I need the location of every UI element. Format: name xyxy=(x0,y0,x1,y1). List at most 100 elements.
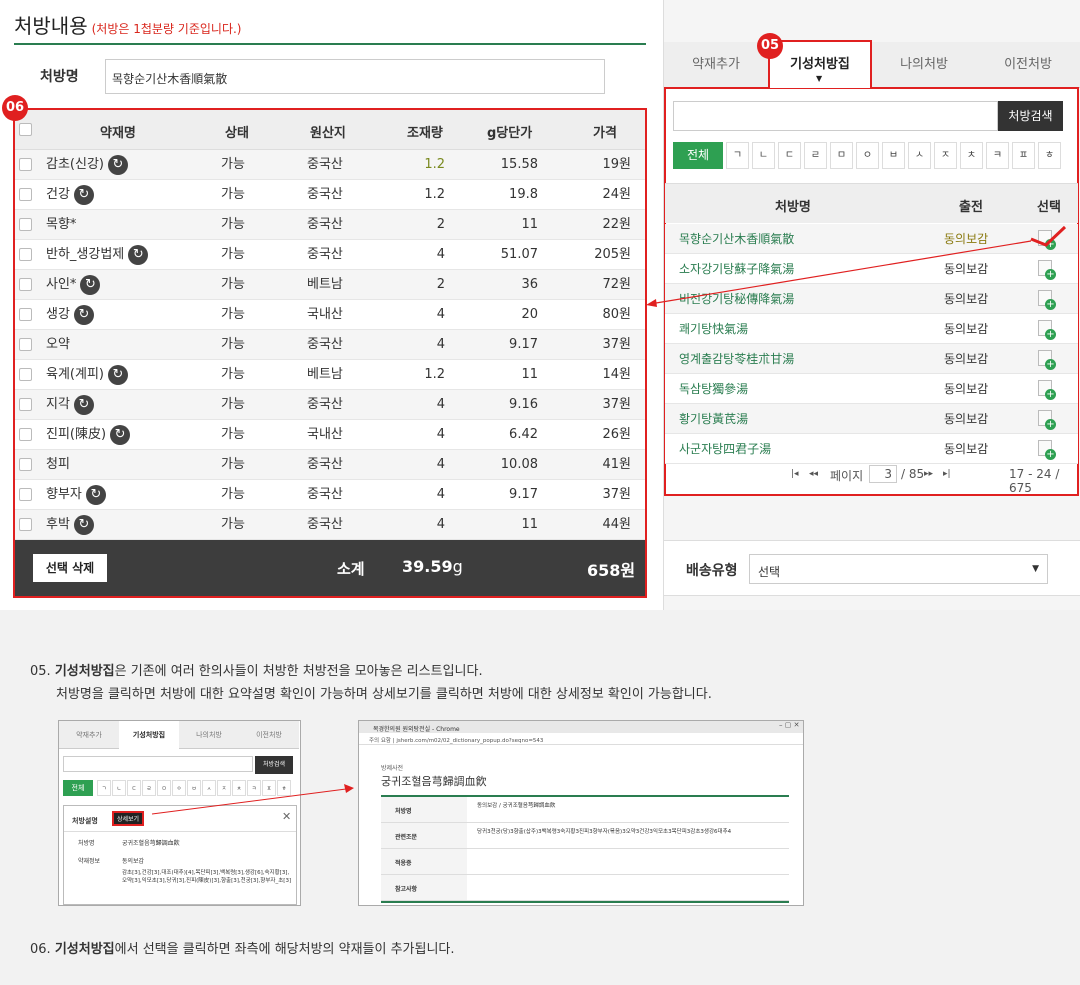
herb-origin: 베트남 xyxy=(307,277,343,292)
substitute-herb-icon[interactable]: ↻ xyxy=(110,424,131,445)
herb-row: 생강 ↻ 가능 국내산 4 20 80원 xyxy=(15,300,645,330)
add-rx-icon[interactable]: + xyxy=(1038,440,1056,460)
herb-row: 반하_생강법제 ↻ 가능 중국산 4 51.07 205원 xyxy=(15,240,645,270)
herb-unit-price: 6.42 xyxy=(509,427,538,442)
delete-selected-button[interactable]: 선택 삭제 xyxy=(33,554,107,582)
mini-detail-title: 궁귀조혈음芎歸調血飮 xyxy=(381,775,487,788)
add-rx-icon[interactable]: + xyxy=(1038,350,1056,370)
last-page-button[interactable]: ▸| xyxy=(943,469,951,479)
herb-row-checkbox[interactable] xyxy=(19,428,32,441)
page-input[interactable]: 3 xyxy=(869,465,897,483)
herb-row-checkbox[interactable] xyxy=(19,158,32,171)
herb-price: 14원 xyxy=(602,367,631,382)
consonant-filter-button[interactable]: ㄹ xyxy=(804,142,827,169)
rx-name-link[interactable]: 쾌기탕快氣湯 xyxy=(679,314,748,344)
substitute-herb-icon[interactable]: ↻ xyxy=(73,304,94,325)
rx-name-link[interactable]: 사군자탕四君子湯 xyxy=(679,434,771,464)
herb-status: 가능 xyxy=(221,187,245,202)
mini-detail-label: 처방명 xyxy=(381,797,467,822)
result-range: 17 - 24 / 675 xyxy=(1009,467,1060,495)
rx-name-link[interactable]: 독삼탕獨參湯 xyxy=(679,374,748,404)
consonant-filter-button[interactable]: ㄷ xyxy=(778,142,801,169)
consonant-filter-button[interactable]: ㄱ xyxy=(726,142,749,169)
herb-qty: 4 xyxy=(436,307,445,322)
delivery-select[interactable]: 선택 ▼ xyxy=(749,554,1048,584)
rx-source: 동의보감 xyxy=(944,322,989,336)
consonant-filter-button[interactable]: ㅇ xyxy=(856,142,879,169)
herb-qty: 1.2 xyxy=(424,367,445,382)
mini-all-button: 전체 xyxy=(63,780,93,796)
herb-unit-price: 11 xyxy=(521,217,538,232)
herb-row-checkbox[interactable] xyxy=(19,398,32,411)
prev-page-button[interactable]: ◂◂ xyxy=(809,469,818,479)
rx-row: 쾌기탕快氣湯 동의보감 + xyxy=(665,314,1078,344)
substitute-herb-icon[interactable]: ↻ xyxy=(73,514,94,535)
herb-qty: 4 xyxy=(436,247,445,262)
mini-search-input xyxy=(63,756,253,772)
add-rx-icon[interactable]: + xyxy=(1038,410,1056,430)
herb-row-checkbox[interactable] xyxy=(19,188,32,201)
substitute-herb-icon[interactable]: ↻ xyxy=(73,184,94,205)
herb-row-checkbox[interactable] xyxy=(19,368,32,381)
herb-row-checkbox[interactable] xyxy=(19,518,32,531)
herb-price: 37원 xyxy=(602,397,631,412)
substitute-herb-icon[interactable]: ↻ xyxy=(107,154,128,175)
check-mark-icon xyxy=(1030,225,1067,247)
tab-previous-rx[interactable]: 이전처방 xyxy=(976,42,1080,88)
consonant-filter-button[interactable]: ㄴ xyxy=(752,142,775,169)
herb-name: 감초(신강) ↻ xyxy=(46,150,128,180)
consonant-filter-button[interactable]: ㅈ xyxy=(934,142,957,169)
tab-standard-rx[interactable]: 기성처방집 ▼ xyxy=(768,40,872,88)
consonant-filter-button[interactable]: ㅅ xyxy=(908,142,931,169)
herb-row: 감초(신강) ↻ 가능 중국산 1.2 15.58 19원 xyxy=(15,150,645,180)
herb-row-checkbox[interactable] xyxy=(19,488,32,501)
substitute-herb-icon[interactable]: ↻ xyxy=(128,244,149,265)
filter-all-button[interactable]: 전체 xyxy=(673,142,723,169)
mini-rx-value: 궁귀조혈음芎歸調血飮 xyxy=(122,840,180,847)
herb-row-checkbox[interactable] xyxy=(19,338,32,351)
herb-price: 24원 xyxy=(602,187,631,202)
substitute-herb-icon[interactable]: ↻ xyxy=(85,484,106,505)
mini-detail-label: 참고사항 xyxy=(381,875,467,900)
herb-price: 72원 xyxy=(602,277,631,292)
rx-search-button[interactable]: 처방검색 xyxy=(998,101,1063,131)
mini-tab: 약재추가 xyxy=(59,721,119,749)
add-rx-icon[interactable]: + xyxy=(1038,320,1056,340)
tab-add-herb[interactable]: 약재추가 xyxy=(664,42,768,88)
rx-search-input[interactable] xyxy=(673,101,998,131)
consonant-filter-button[interactable]: ㅊ xyxy=(960,142,983,169)
consonant-filter-button[interactable]: ㅁ xyxy=(830,142,853,169)
first-page-button[interactable]: |◂ xyxy=(791,469,799,479)
rx-name-link[interactable]: 황기탕黃芪湯 xyxy=(679,404,748,434)
substitute-herb-icon[interactable]: ↻ xyxy=(73,394,94,415)
rx-name-link[interactable]: 영계출감탕苓桂朮甘湯 xyxy=(679,344,794,374)
consonant-filter-button[interactable]: ㅎ xyxy=(1038,142,1061,169)
herb-unit-price: 19.8 xyxy=(509,187,538,202)
herb-origin: 중국산 xyxy=(307,187,343,202)
herb-row-checkbox[interactable] xyxy=(19,308,32,321)
delivery-label: 배송유형 xyxy=(686,563,738,579)
mini-detail-value: 동의보감 / 궁귀조혈음芎歸調血飮 xyxy=(477,803,556,809)
herb-qty: 4 xyxy=(436,517,445,532)
consonant-filter-button[interactable]: ㅋ xyxy=(986,142,1009,169)
herb-row-checkbox[interactable] xyxy=(19,218,32,231)
herb-row-checkbox[interactable] xyxy=(19,248,32,261)
substitute-herb-icon[interactable]: ↻ xyxy=(80,274,101,295)
herb-row-checkbox[interactable] xyxy=(19,278,32,291)
herb-row-checkbox[interactable] xyxy=(19,458,32,471)
mini-info-label: 약재정보 xyxy=(78,858,101,865)
rx-name-input[interactable]: 목향순기산木香順氣散 xyxy=(105,59,605,94)
rx-row: 영계출감탕苓桂朮甘湯 동의보감 + xyxy=(665,344,1078,374)
consonant-filter-button[interactable]: ㅂ xyxy=(882,142,905,169)
herb-qty: 2 xyxy=(436,277,445,292)
herb-origin: 중국산 xyxy=(307,517,343,532)
substitute-herb-icon[interactable]: ↻ xyxy=(107,364,128,385)
consonant-filter-button[interactable]: ㅍ xyxy=(1012,142,1035,169)
herb-name: 사인* ↻ xyxy=(46,270,101,300)
herb-status: 가능 xyxy=(221,337,245,352)
add-rx-icon[interactable]: + xyxy=(1038,380,1056,400)
next-page-button[interactable]: ▸▸ xyxy=(924,469,933,479)
select-all-checkbox[interactable] xyxy=(19,123,32,136)
col-price: 가격 xyxy=(593,126,617,141)
tab-my-rx[interactable]: 나의처방 xyxy=(872,42,976,88)
